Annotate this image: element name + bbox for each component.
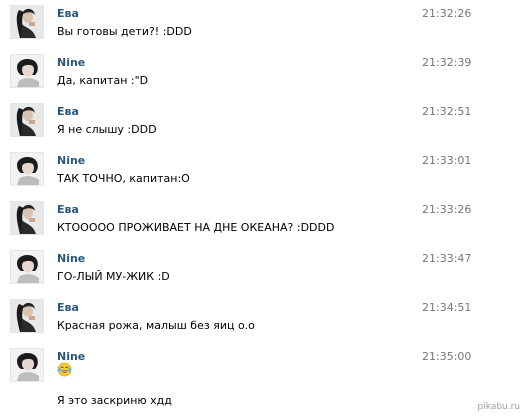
author-name[interactable]: Ева	[57, 301, 79, 314]
avatar[interactable]	[10, 299, 44, 333]
message-text: ТАК ТОЧНО, капитан:О	[57, 172, 190, 185]
nine-avatar-icon	[11, 55, 43, 87]
eva-avatar-icon	[11, 104, 43, 136]
message-row: Ева 21:33:26 КТООООО ПРОЖИВАЕТ НА ДНЕ ОК…	[0, 196, 526, 245]
avatar[interactable]	[10, 201, 44, 235]
nine-avatar-icon	[11, 153, 43, 185]
timestamp: 21:33:47	[422, 252, 472, 265]
eva-avatar-icon	[11, 202, 43, 234]
message-row: Nine 21:33:01 ТАК ТОЧНО, капитан:О	[0, 147, 526, 196]
nine-avatar-icon	[11, 349, 43, 381]
author-name[interactable]: Nine	[57, 252, 85, 265]
message-text: Я не слышу :DDD	[57, 123, 157, 136]
eva-avatar-icon	[11, 300, 43, 332]
author-name[interactable]: Ева	[57, 105, 79, 118]
author-name[interactable]: Ева	[57, 203, 79, 216]
message-text: Вы готовы дети?! :DDD	[57, 25, 192, 38]
avatar[interactable]	[10, 348, 44, 382]
message-row: Nine 21:33:47 ГО-ЛЫЙ МУ-ЖИК :D	[0, 245, 526, 294]
timestamp: 21:32:26	[422, 7, 472, 20]
timestamp: 21:34:51	[422, 301, 472, 314]
timestamp: 21:32:39	[422, 56, 472, 69]
author-name[interactable]: Nine	[57, 154, 85, 167]
message-text: Я это заскриню хдд	[57, 394, 172, 407]
eva-avatar-icon	[11, 6, 43, 38]
avatar[interactable]	[10, 54, 44, 88]
watermark: pikabu.ru	[477, 402, 520, 412]
timestamp: 21:32:51	[422, 105, 472, 118]
timestamp: 21:33:01	[422, 154, 472, 167]
message-text: Да, капитан :"D	[57, 74, 149, 87]
author-name[interactable]: Ева	[57, 7, 79, 20]
avatar[interactable]	[10, 152, 44, 186]
avatar[interactable]	[10, 5, 44, 39]
message-text: ГО-ЛЫЙ МУ-ЖИК :D	[57, 270, 170, 283]
avatar[interactable]	[10, 250, 44, 284]
message-text: КТООООО ПРОЖИВАЕТ НА ДНЕ ОКЕАНА? :DDDD	[57, 221, 335, 234]
message-text: Красная рожа, малыш без яиц о.о	[57, 319, 255, 332]
message-row: Ева 21:32:26 Вы готовы дети?! :DDD	[0, 0, 526, 49]
message-row: Nine 21:32:39 Да, капитан :"D	[0, 49, 526, 98]
nine-avatar-icon	[11, 251, 43, 283]
avatar[interactable]	[10, 103, 44, 137]
chat-history: Ева 21:32:26 Вы готовы дети?! :DDD Nine …	[0, 0, 526, 416]
author-name[interactable]: Nine	[57, 56, 85, 69]
laughing-tears-emoji-icon	[57, 362, 72, 377]
message-row: Ева 21:34:51 Красная рожа, малыш без яиц…	[0, 294, 526, 343]
timestamp: 21:33:26	[422, 203, 472, 216]
message-row: Ева 21:32:51 Я не слышу :DDD	[0, 98, 526, 147]
message-row: Nine 21:35:00 Я это заскриню хдд	[0, 343, 526, 416]
timestamp: 21:35:00	[422, 350, 472, 363]
